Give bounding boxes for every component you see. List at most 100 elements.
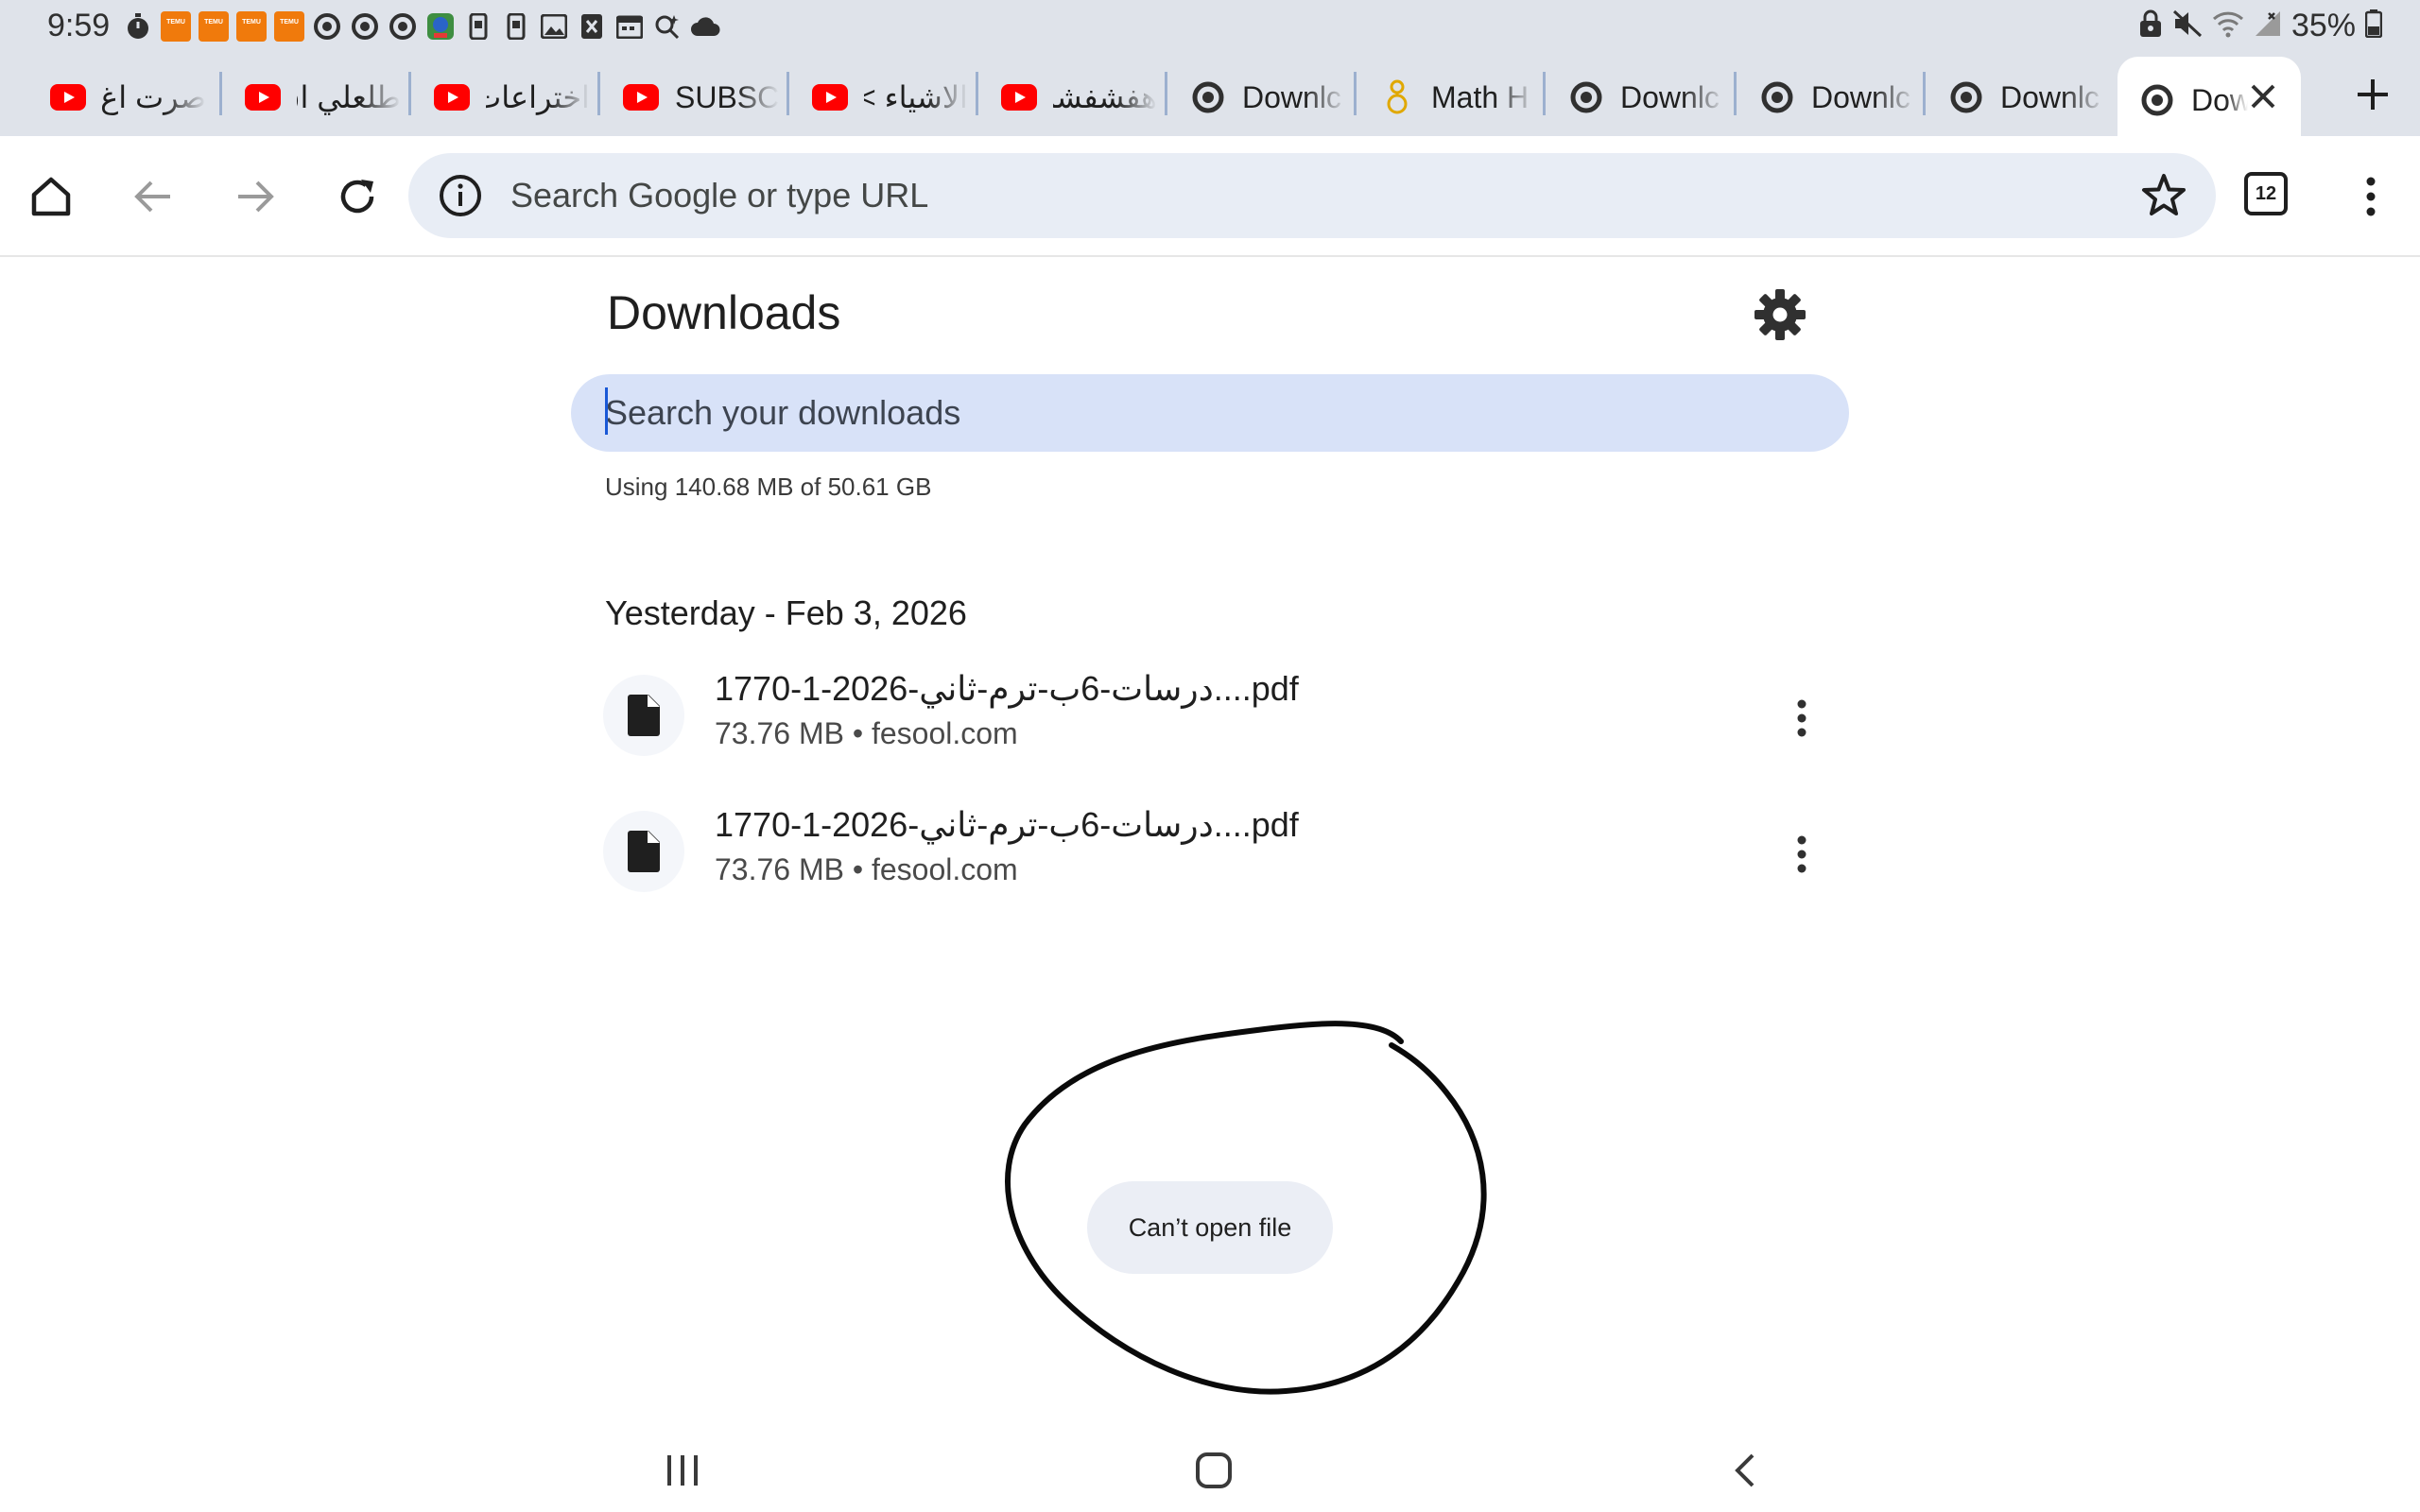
reload-button[interactable]	[325, 164, 389, 229]
tab-divider	[1354, 72, 1357, 115]
home-circle-icon	[1196, 1452, 1232, 1488]
forward-arrow-icon	[238, 180, 274, 213]
tab-title: Math H	[1431, 79, 1530, 114]
plus-icon	[2358, 79, 2388, 110]
youtube-icon	[622, 78, 660, 116]
tab-divider	[786, 72, 789, 115]
tab-title: صرت اغ	[102, 80, 206, 114]
tab-divider	[408, 72, 411, 115]
search-icon	[652, 11, 683, 42]
tab-3[interactable]: اختراعات	[412, 64, 597, 130]
temu-icon: TEMU	[161, 11, 191, 42]
download-size: 73.76 MB	[715, 716, 844, 750]
back-button[interactable]	[121, 164, 185, 229]
phone-icon	[463, 11, 493, 42]
recent-apps-button[interactable]	[652, 1440, 713, 1501]
storage-usage: Using 140.68 MB of 50.61 GB	[605, 472, 932, 501]
tab-strip: صرت اغ طلعلي اق اختراعات SUBSC الاشياء >…	[0, 53, 2420, 136]
tab-switcher-button[interactable]: 12	[2244, 172, 2288, 215]
chrome-icon	[350, 11, 380, 42]
tab-title: Downlc	[1242, 79, 1341, 114]
tab-11[interactable]: Downlc	[1927, 64, 2112, 130]
tab-title: Downlc	[1811, 79, 1910, 114]
kebab-menu-icon	[1797, 835, 1806, 873]
tab-title: هفشفشك	[1053, 80, 1157, 114]
kebab-menu-icon	[1797, 699, 1806, 737]
page-title: Downloads	[607, 286, 841, 339]
tab-title: Downlc	[1620, 79, 1720, 114]
gear-icon	[1754, 289, 1806, 340]
search-downloads-input[interactable]	[571, 374, 1849, 452]
toast-message: Can’t open file	[1087, 1181, 1333, 1274]
phone-icon	[501, 11, 531, 42]
temu-icon: TEMU	[274, 11, 304, 42]
system-navigation-bar	[0, 1427, 2420, 1512]
tab-divider	[1923, 72, 1926, 115]
tab-title: طلعلي اق	[297, 80, 401, 114]
chrome-icon	[1758, 78, 1796, 116]
download-item[interactable]: درسات-6ب-ترم-ثاني-2026-1-1770....pdf 73.…	[603, 799, 1832, 903]
text-cursor	[605, 387, 608, 435]
kebab-menu-icon	[2366, 177, 2376, 216]
tab-7[interactable]: Downlc	[1168, 64, 1354, 130]
lock-icon	[2138, 9, 2163, 43]
recents-icon	[667, 1455, 698, 1486]
tab-12-active[interactable]: Dow	[2118, 57, 2301, 136]
tab-6[interactable]: هفشفشك	[979, 64, 1165, 130]
tab-1[interactable]: صرت اغ	[28, 64, 217, 130]
info-icon[interactable]	[437, 172, 484, 219]
tab-divider	[1165, 72, 1167, 115]
back-chevron-icon	[1735, 1453, 1754, 1487]
chrome-icon	[388, 11, 418, 42]
tab-5[interactable]: الاشياء >	[790, 64, 976, 130]
tab-divider	[1543, 72, 1546, 115]
signal-icon	[2254, 9, 2282, 43]
home-button[interactable]	[19, 164, 83, 229]
tab-divider	[219, 72, 222, 115]
tab-2[interactable]: طلعلي اق	[223, 64, 408, 130]
back-nav-button[interactable]	[1715, 1440, 1775, 1501]
download-source: fesool.com	[871, 716, 1018, 750]
youtube-icon	[1000, 78, 1038, 116]
math-icon	[1378, 78, 1416, 116]
youtube-icon	[433, 78, 471, 116]
tab-divider	[976, 72, 978, 115]
cloud-icon	[690, 11, 720, 42]
system-icons: 35%	[2138, 8, 2383, 44]
tab-title: Dow	[2191, 82, 2248, 117]
youtube-icon	[811, 78, 849, 116]
download-source: fesool.com	[871, 852, 1018, 886]
chrome-icon	[1189, 78, 1227, 116]
new-tab-button[interactable]	[2344, 66, 2401, 123]
download-item[interactable]: درسات-6ب-ترم-ثاني-2026-1-1770....pdf 73.…	[603, 663, 1832, 767]
reload-icon	[340, 180, 374, 214]
tab-8[interactable]: Math H	[1357, 64, 1543, 130]
calendar-icon	[614, 11, 645, 42]
bookmark-star-icon[interactable]	[2138, 170, 2189, 221]
youtube-icon	[49, 78, 87, 116]
browser-toolbar: Search Google or type URL 12	[0, 136, 2420, 257]
download-more-button[interactable]	[1775, 684, 1828, 752]
forward-button[interactable]	[223, 164, 287, 229]
tab-9[interactable]: Downlc	[1547, 64, 1732, 130]
chrome-icon	[1567, 78, 1605, 116]
back-arrow-icon	[134, 180, 170, 213]
temu-icon: TEMU	[236, 11, 267, 42]
gallery-icon	[539, 11, 569, 42]
chrome-icon	[312, 11, 342, 42]
tab-4[interactable]: SUBSC	[601, 64, 786, 130]
app-icon	[425, 11, 456, 42]
chrome-icon	[2138, 81, 2176, 119]
download-size: 73.76 MB	[715, 852, 844, 886]
download-more-button[interactable]	[1775, 820, 1828, 888]
omnibox-placeholder: Search Google or type URL	[510, 176, 929, 215]
file-icon	[603, 675, 684, 756]
settings-button[interactable]	[1753, 287, 1807, 342]
close-tab-icon[interactable]	[2242, 76, 2284, 117]
tab-10[interactable]: Downlc	[1737, 64, 1923, 130]
x-icon	[577, 11, 607, 42]
home-nav-button[interactable]	[1184, 1440, 1244, 1501]
omnibox[interactable]: Search Google or type URL	[408, 153, 2216, 238]
more-options-button[interactable]	[2344, 164, 2397, 229]
status-time: 9:59	[47, 8, 111, 43]
